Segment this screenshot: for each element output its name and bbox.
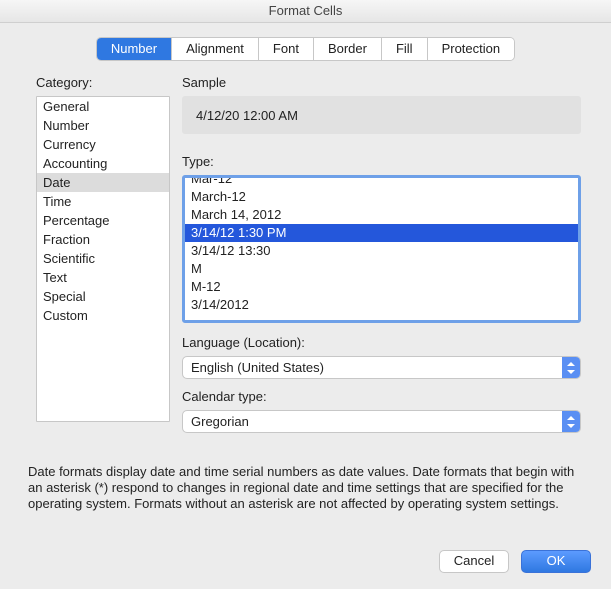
category-item-fraction[interactable]: Fraction xyxy=(37,230,169,249)
sample-value: 4/12/20 12:00 AM xyxy=(196,108,298,123)
category-item-date[interactable]: Date xyxy=(37,173,169,192)
category-list[interactable]: GeneralNumberCurrencyAccountingDateTimeP… xyxy=(36,96,170,422)
language-dropdown-value: English (United States) xyxy=(183,357,562,378)
type-item[interactable]: March-12 xyxy=(185,188,578,206)
tab-number[interactable]: Number xyxy=(97,38,172,60)
type-item[interactable]: M-12 xyxy=(185,278,578,296)
category-item-scientific[interactable]: Scientific xyxy=(37,249,169,268)
type-item[interactable]: M xyxy=(185,260,578,278)
tab-fill[interactable]: Fill xyxy=(382,38,428,60)
category-item-custom[interactable]: Custom xyxy=(37,306,169,325)
category-item-text[interactable]: Text xyxy=(37,268,169,287)
language-label: Language (Location): xyxy=(182,335,581,350)
description-text: Date formats display date and time seria… xyxy=(28,464,583,512)
calendar-label: Calendar type: xyxy=(182,389,581,404)
tab-font[interactable]: Font xyxy=(259,38,314,60)
dropdown-arrows-icon xyxy=(562,411,580,432)
window-title: Format Cells xyxy=(0,0,611,23)
sample-value-box: 4/12/20 12:00 AM xyxy=(182,96,581,134)
type-list[interactable]: Mar-12March-12March 14, 20123/14/12 1:30… xyxy=(182,175,581,323)
type-item[interactable]: 3/14/12 1:30 PM xyxy=(185,224,578,242)
category-item-general[interactable]: General xyxy=(37,97,169,116)
ok-button[interactable]: OK xyxy=(521,550,591,573)
tab-protection[interactable]: Protection xyxy=(428,38,515,60)
category-item-accounting[interactable]: Accounting xyxy=(37,154,169,173)
tab-bar: NumberAlignmentFontBorderFillProtection xyxy=(96,37,515,61)
tab-alignment[interactable]: Alignment xyxy=(172,38,259,60)
type-label: Type: xyxy=(182,154,581,169)
dialog-buttons: Cancel OK xyxy=(439,550,591,573)
calendar-dropdown-value: Gregorian xyxy=(183,411,562,432)
language-dropdown[interactable]: English (United States) xyxy=(182,356,581,379)
dropdown-arrows-icon xyxy=(562,357,580,378)
category-item-special[interactable]: Special xyxy=(37,287,169,306)
tab-border[interactable]: Border xyxy=(314,38,382,60)
type-item[interactable]: 3/14/12 13:30 xyxy=(185,242,578,260)
cancel-button[interactable]: Cancel xyxy=(439,550,509,573)
type-item[interactable]: Mar-12 xyxy=(185,175,578,188)
category-item-number[interactable]: Number xyxy=(37,116,169,135)
type-item[interactable]: 3/14/2012 xyxy=(185,296,578,314)
category-item-percentage[interactable]: Percentage xyxy=(37,211,169,230)
category-item-currency[interactable]: Currency xyxy=(37,135,169,154)
calendar-dropdown[interactable]: Gregorian xyxy=(182,410,581,433)
format-cells-window: Format Cells NumberAlignmentFontBorderFi… xyxy=(0,0,611,589)
type-item[interactable]: March 14, 2012 xyxy=(185,206,578,224)
category-label: Category: xyxy=(36,75,170,90)
category-item-time[interactable]: Time xyxy=(37,192,169,211)
sample-label: Sample xyxy=(182,75,581,90)
